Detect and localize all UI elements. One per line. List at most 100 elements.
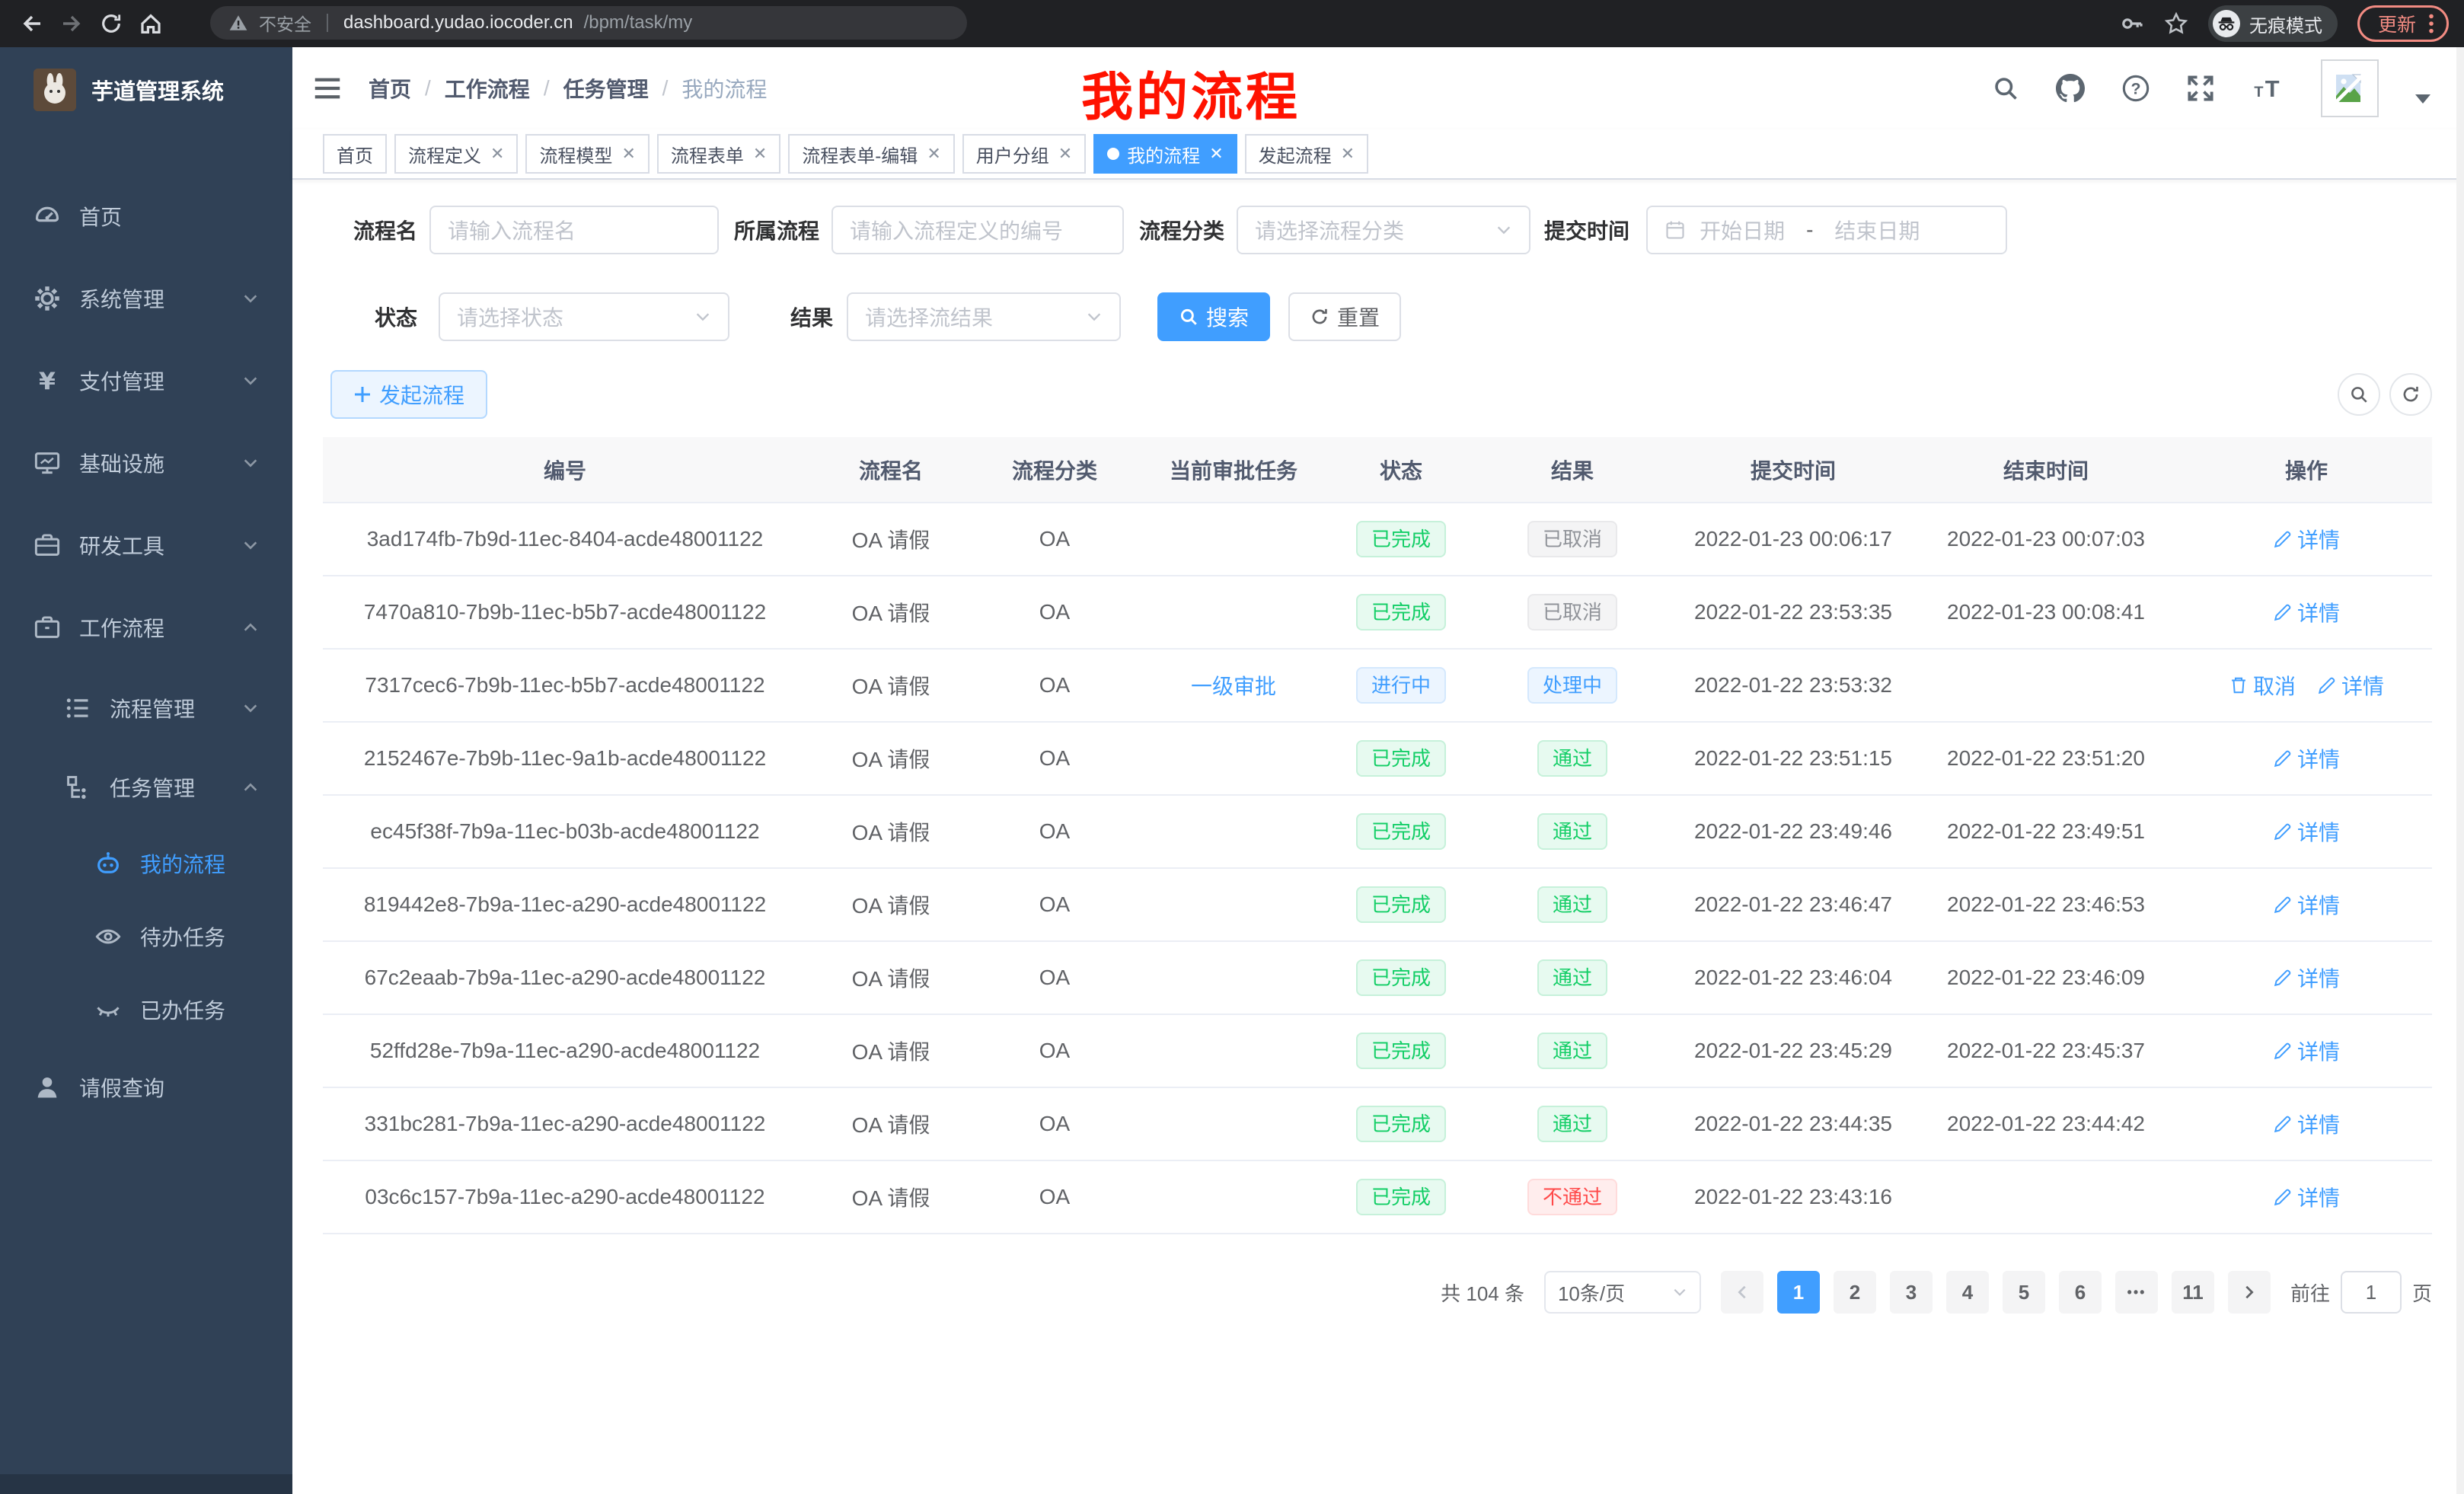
- close-icon[interactable]: ✕: [753, 144, 767, 164]
- sidebar-item-process-mgmt[interactable]: 流程管理: [0, 669, 292, 748]
- breadcrumb-home[interactable]: 首页: [369, 73, 411, 104]
- page-button-3[interactable]: 3: [1890, 1271, 1933, 1314]
- tab-start-process[interactable]: 发起流程✕: [1245, 134, 1368, 174]
- refresh-table-button[interactable]: [2389, 373, 2432, 416]
- edit-icon: [2273, 1187, 2293, 1207]
- chevron-down-icon: [1672, 1285, 1687, 1300]
- address-bar[interactable]: 不安全 dashboard.yudao.iocoder.cn/bpm/task/…: [210, 6, 967, 40]
- key-icon[interactable]: [2120, 11, 2144, 36]
- submit-time-range[interactable]: 开始日期 - 结束日期: [1646, 206, 2007, 254]
- cell-result: 通过: [1470, 722, 1675, 795]
- detail-link[interactable]: 详情: [2273, 524, 2340, 554]
- sidebar-collapse-bar[interactable]: [0, 1474, 292, 1494]
- page-button-1[interactable]: 1: [1777, 1271, 1820, 1314]
- scrollbar[interactable]: [2456, 47, 2464, 1494]
- tab-process-definition[interactable]: 流程定义✕: [394, 134, 518, 174]
- back-button[interactable]: [12, 4, 52, 43]
- reset-button[interactable]: 重置: [1288, 292, 1401, 341]
- task-link[interactable]: 一级审批: [1191, 675, 1276, 698]
- breadcrumb-task-mgmt[interactable]: 任务管理: [563, 73, 649, 104]
- github-icon[interactable]: [2056, 74, 2085, 103]
- col-category: 流程分类: [975, 437, 1135, 503]
- detail-link[interactable]: 详情: [2273, 889, 2340, 920]
- page-button-6[interactable]: 6: [2059, 1271, 2102, 1314]
- close-icon[interactable]: ✕: [927, 144, 940, 164]
- status-badge: 进行中: [1356, 667, 1446, 704]
- close-icon[interactable]: ✕: [1058, 144, 1072, 164]
- fullscreen-icon[interactable]: [2187, 75, 2214, 102]
- detail-link[interactable]: 详情: [2273, 1036, 2340, 1066]
- next-page-button[interactable]: [2228, 1271, 2271, 1314]
- page-ellipsis[interactable]: •••: [2115, 1271, 2158, 1314]
- detail-link[interactable]: 详情: [2273, 597, 2340, 627]
- breadcrumb-workflow[interactable]: 工作流程: [445, 73, 530, 104]
- sidebar-item-my-process[interactable]: 我的流程: [0, 827, 292, 900]
- page-button-4[interactable]: 4: [1946, 1271, 1989, 1314]
- eye-icon: [94, 923, 122, 950]
- search-button[interactable]: 搜索: [1157, 292, 1270, 341]
- close-icon[interactable]: ✕: [1209, 144, 1223, 164]
- tab-process-model[interactable]: 流程模型✕: [525, 134, 649, 174]
- sidebar-item-infra[interactable]: 基础设施: [0, 422, 292, 504]
- browser-menu-icon[interactable]: [2428, 13, 2434, 34]
- cell-actions: 详情: [2181, 1014, 2432, 1087]
- avatar[interactable]: [2321, 59, 2379, 117]
- app-logo[interactable]: 芋道管理系统: [0, 47, 292, 132]
- detail-link[interactable]: 详情: [2273, 816, 2340, 847]
- process-name-input[interactable]: 请输入流程名: [429, 206, 719, 254]
- category-select[interactable]: 请选择流程分类: [1237, 206, 1530, 254]
- tab-process-form[interactable]: 流程表单✕: [657, 134, 780, 174]
- sidebar-item-done-tasks[interactable]: 已办任务: [0, 973, 292, 1046]
- close-icon[interactable]: ✕: [490, 144, 504, 164]
- sidebar-item-task-mgmt[interactable]: 任务管理: [0, 748, 292, 827]
- sidebar-item-label: 流程管理: [110, 693, 195, 723]
- detail-link[interactable]: 详情: [2273, 743, 2340, 774]
- font-size-icon[interactable]: TT: [2251, 75, 2284, 102]
- reload-button[interactable]: [91, 4, 131, 43]
- sidebar-item-todo-tasks[interactable]: 待办任务: [0, 900, 292, 973]
- cell-submit-time: 2022-01-22 23:53:35: [1675, 576, 1911, 649]
- tab-home[interactable]: 首页: [323, 134, 387, 174]
- goto-page-input[interactable]: 1: [2341, 1271, 2402, 1314]
- parent-process-input[interactable]: 请输入流程定义的编号: [831, 206, 1124, 254]
- collapse-menu-icon[interactable]: [312, 73, 343, 104]
- tab-user-group[interactable]: 用户分组✕: [962, 134, 1086, 174]
- cell-name: OA 请假: [807, 941, 975, 1014]
- result-select[interactable]: 请选择流结果: [847, 292, 1121, 341]
- page-button-5[interactable]: 5: [2003, 1271, 2045, 1314]
- sidebar-item-leave-query[interactable]: 请假查询: [0, 1046, 292, 1128]
- prev-page-button[interactable]: [1721, 1271, 1763, 1314]
- detail-link[interactable]: 详情: [2273, 962, 2340, 993]
- question-icon[interactable]: ?: [2121, 74, 2150, 103]
- pagination: 共 104 条 10条/页 123456•••11 前往 1: [323, 1271, 2432, 1314]
- sidebar-item-workflow[interactable]: 工作流程: [0, 586, 292, 669]
- start-process-button[interactable]: 发起流程: [330, 370, 487, 419]
- forward-button[interactable]: [52, 4, 91, 43]
- close-icon[interactable]: ✕: [621, 144, 635, 164]
- sidebar-item-payment[interactable]: ¥ 支付管理: [0, 340, 292, 422]
- bookmark-star-icon[interactable]: [2164, 11, 2188, 36]
- page-button-11[interactable]: 11: [2172, 1271, 2214, 1314]
- page-size-select[interactable]: 10条/页: [1544, 1271, 1701, 1314]
- detail-link[interactable]: 详情: [2317, 670, 2384, 701]
- detail-link[interactable]: 详情: [2273, 1182, 2340, 1212]
- cancel-link[interactable]: 取消: [2229, 670, 2296, 701]
- tab-process-form-edit[interactable]: 流程表单-编辑✕: [788, 134, 954, 174]
- caret-down-icon[interactable]: [2415, 94, 2430, 104]
- tab-my-process[interactable]: 我的流程✕: [1093, 134, 1237, 174]
- sidebar-item-system[interactable]: 系统管理: [0, 257, 292, 340]
- update-button[interactable]: 更新: [2357, 5, 2449, 42]
- svg-text:T: T: [2254, 84, 2263, 101]
- home-button[interactable]: [131, 4, 171, 43]
- sidebar-item-devtools[interactable]: 研发工具: [0, 504, 292, 586]
- detail-link[interactable]: 详情: [2273, 1109, 2340, 1139]
- status-select[interactable]: 请选择状态: [439, 292, 729, 341]
- cell-actions: 详情: [2181, 503, 2432, 576]
- search-icon[interactable]: [1992, 75, 2019, 102]
- show-search-button[interactable]: [2338, 373, 2380, 416]
- cell-result: 通过: [1470, 941, 1675, 1014]
- sidebar-item-home[interactable]: 首页: [0, 175, 292, 257]
- page-button-2[interactable]: 2: [1834, 1271, 1876, 1314]
- close-icon[interactable]: ✕: [1341, 144, 1355, 164]
- col-current-task: 当前审批任务: [1135, 437, 1333, 503]
